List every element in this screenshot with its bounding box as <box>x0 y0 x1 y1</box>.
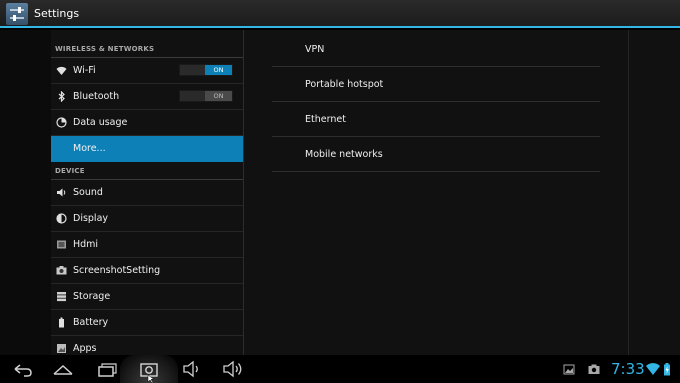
volume-down-icon <box>178 355 206 383</box>
settings-item-battery[interactable]: Battery <box>51 310 243 336</box>
home-icon <box>48 355 78 383</box>
section-header-wireless: WIRELESS & NETWORKS <box>51 40 243 58</box>
camera-notification-icon[interactable] <box>587 355 601 383</box>
settings-item-label: Apps <box>73 343 97 354</box>
settings-item-label: Hdmi <box>73 239 99 250</box>
storage-icon <box>56 291 67 302</box>
apps-icon <box>56 343 67 354</box>
brightness-icon <box>56 213 67 224</box>
gallery-notification-icon[interactable] <box>562 355 576 383</box>
volume-up-icon <box>218 355 248 383</box>
back-icon <box>6 355 36 383</box>
settings-item-label: More... <box>73 143 106 154</box>
settings-item-label: Display <box>73 213 109 224</box>
battery-charging-icon <box>662 355 672 383</box>
settings-item-storage[interactable]: Storage <box>51 284 243 310</box>
volume-down-button[interactable] <box>178 355 206 383</box>
settings-item-sound[interactable]: Sound <box>51 180 243 206</box>
settings-list[interactable]: WIRELESS & NETWORKS Wi-Fi ON Bluetooth O… <box>51 40 243 355</box>
data-usage-icon <box>56 117 67 128</box>
settings-item-label: Battery <box>73 317 109 328</box>
settings-item-label: Wi-Fi <box>73 65 96 76</box>
detail-item-mobile-networks[interactable]: Mobile networks <box>272 137 600 172</box>
battery-icon <box>56 317 67 328</box>
toggle-knob: ON <box>205 91 232 101</box>
bluetooth-toggle[interactable]: ON <box>179 90 233 102</box>
home-button[interactable] <box>48 355 78 383</box>
wifi-toggle[interactable]: ON <box>179 64 233 76</box>
back-button[interactable] <box>6 355 36 383</box>
settings-item-wifi[interactable]: Wi-Fi ON <box>51 58 243 84</box>
status-clock[interactable]: 7:33 <box>611 359 645 379</box>
left-margin <box>0 30 51 355</box>
action-bar: Settings <box>0 0 680 28</box>
settings-app-icon[interactable] <box>6 3 28 25</box>
settings-item-label: Data usage <box>73 117 128 128</box>
more-settings-pane: VPN Portable hotspot Ethernet Mobile net… <box>272 32 600 172</box>
right-margin-divider <box>628 30 629 355</box>
detail-item-ethernet[interactable]: Ethernet <box>272 102 600 137</box>
settings-item-screenshotsetting[interactable]: ScreenshotSetting <box>51 258 243 284</box>
settings-item-label: Storage <box>73 291 111 302</box>
settings-item-label: ScreenshotSetting <box>73 265 161 276</box>
system-bar: 7:33 <box>0 355 680 383</box>
settings-item-hdmi[interactable]: Hdmi <box>51 232 243 258</box>
bluetooth-icon <box>56 90 67 103</box>
settings-item-data-usage[interactable]: Data usage <box>51 110 243 136</box>
detail-item-portable-hotspot[interactable]: Portable hotspot <box>272 67 600 102</box>
settings-item-label: Bluetooth <box>73 91 120 102</box>
toggle-knob: ON <box>205 65 232 75</box>
recent-apps-icon <box>92 355 122 383</box>
screenshot-button[interactable] <box>120 355 178 383</box>
pane-divider <box>243 30 244 355</box>
wifi-icon <box>56 65 67 76</box>
settings-item-more[interactable]: More... <box>51 136 243 162</box>
camera-icon <box>56 265 67 276</box>
settings-item-display[interactable]: Display <box>51 206 243 232</box>
detail-item-vpn[interactable]: VPN <box>272 32 600 67</box>
page-title: Settings <box>34 7 80 20</box>
speaker-icon <box>56 187 67 198</box>
wifi-signal-icon <box>645 355 661 383</box>
settings-item-bluetooth[interactable]: Bluetooth ON <box>51 84 243 110</box>
screenshot-icon <box>120 355 178 383</box>
section-header-device: DEVICE <box>51 162 243 180</box>
volume-up-button[interactable] <box>218 355 248 383</box>
hdmi-icon <box>56 239 67 250</box>
settings-item-label: Sound <box>73 187 103 198</box>
settings-item-apps[interactable]: Apps <box>51 336 243 355</box>
recent-apps-button[interactable] <box>92 355 122 383</box>
